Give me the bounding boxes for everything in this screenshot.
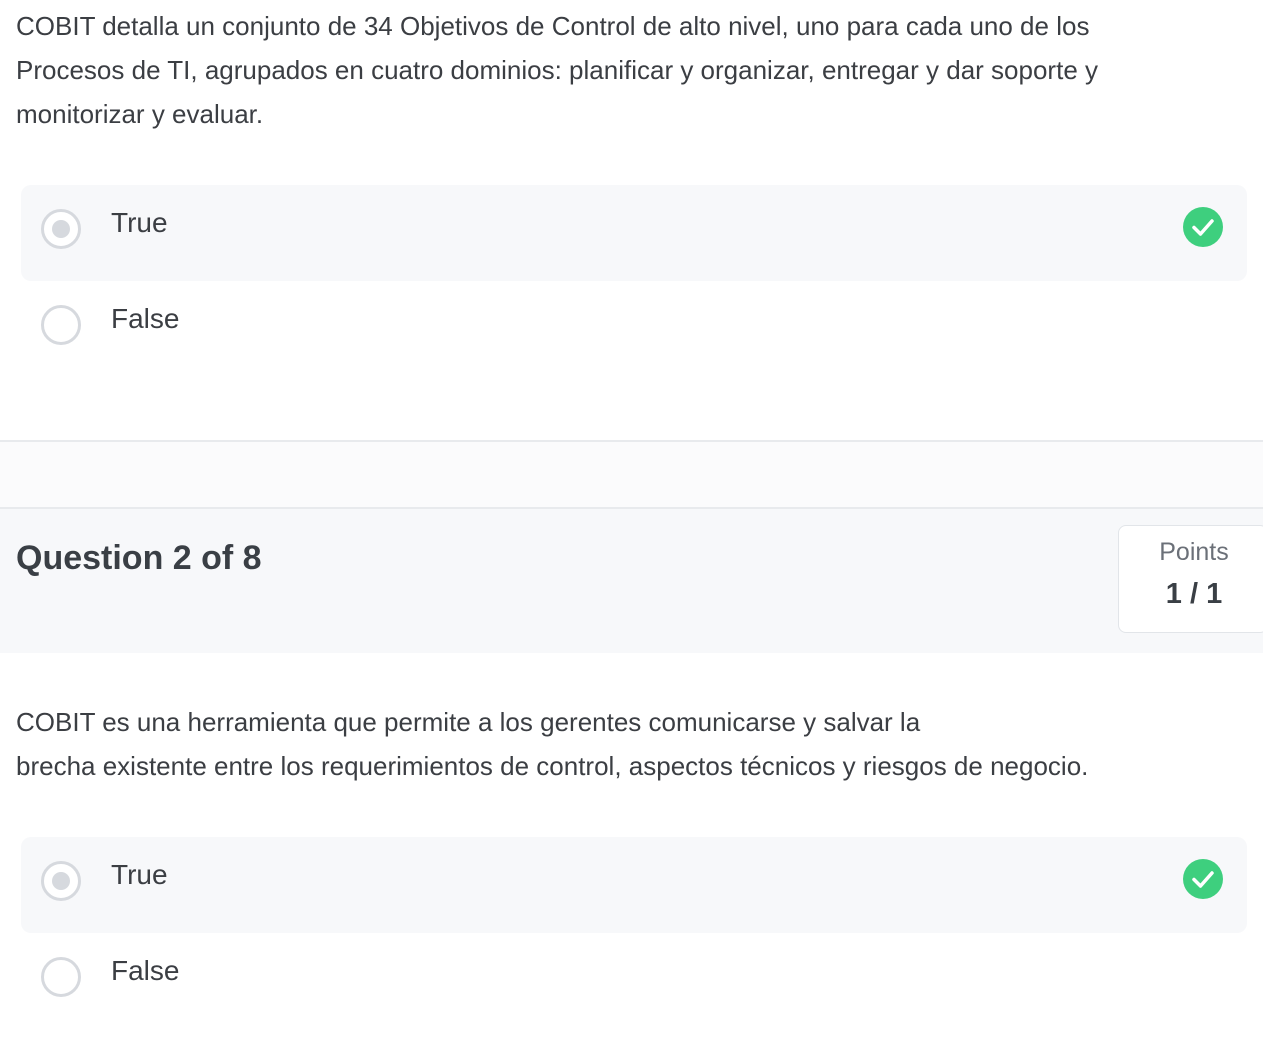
- question-2-header: Question 2 of 8 Points 1 / 1: [0, 509, 1263, 653]
- points-box: Points 1 / 1: [1118, 525, 1263, 633]
- points-value: 1 / 1: [1165, 578, 1223, 610]
- section-gap: [0, 442, 1263, 508]
- q2-option-true[interactable]: True: [21, 837, 1247, 933]
- radio-button-icon[interactable]: [41, 305, 81, 345]
- q1-option-false-label: False: [111, 303, 180, 334]
- q2-option-true-label: True: [111, 859, 168, 890]
- check-circle-icon: [1183, 207, 1223, 247]
- q2-option-false[interactable]: False: [21, 933, 1247, 1029]
- q1-option-false[interactable]: False: [21, 281, 1247, 377]
- radio-button-icon[interactable]: [41, 957, 81, 997]
- check-circle-icon: [1183, 859, 1223, 899]
- question-title: Question 2 of 8: [16, 539, 262, 577]
- points-label: Points: [1159, 538, 1229, 566]
- q1-option-true[interactable]: True: [21, 185, 1247, 281]
- radio-button-icon[interactable]: [41, 209, 81, 249]
- q2-option-false-label: False: [111, 955, 180, 986]
- question-1-text: COBIT detalla un conjunto de 34 Objetivo…: [16, 11, 1098, 129]
- q1-option-true-label: True: [111, 207, 168, 238]
- radio-button-icon[interactable]: [41, 861, 81, 901]
- question-2-text: COBIT es una herramienta que permite a l…: [16, 707, 1089, 781]
